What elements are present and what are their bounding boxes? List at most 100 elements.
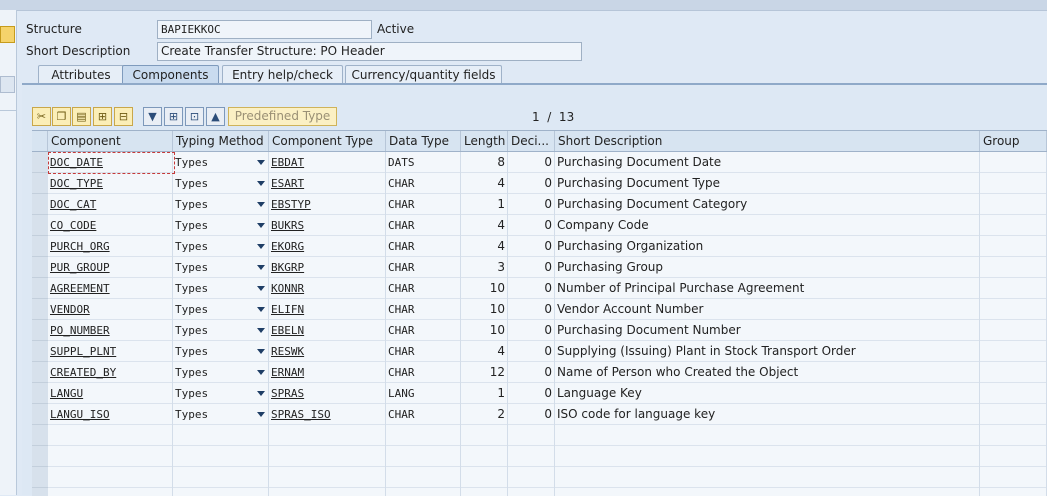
decimals-cell[interactable]: 0	[508, 173, 555, 194]
short-description-cell[interactable]: Language Key	[555, 383, 980, 404]
tab-components[interactable]: Components	[122, 65, 219, 85]
typing-method-cell[interactable]: Types	[173, 215, 269, 236]
data-type-cell[interactable]: CHAR	[386, 362, 461, 383]
component-type-cell[interactable]: BUKRS	[269, 215, 386, 236]
data-type-cell[interactable]: CHAR	[386, 194, 461, 215]
group-cell[interactable]	[980, 320, 1047, 341]
row-selector[interactable]	[32, 257, 48, 278]
group-cell[interactable]	[980, 278, 1047, 299]
short-description-cell[interactable]	[555, 425, 980, 446]
group-cell[interactable]	[980, 467, 1047, 488]
group-cell[interactable]	[980, 362, 1047, 383]
length-cell[interactable]: 1	[461, 383, 508, 404]
decimals-cell[interactable]: 0	[508, 257, 555, 278]
length-cell[interactable]: 4	[461, 236, 508, 257]
row-selector[interactable]	[32, 467, 48, 488]
tab-attributes[interactable]: Attributes	[38, 65, 124, 84]
group-cell[interactable]	[980, 404, 1047, 425]
group-cell[interactable]	[980, 446, 1047, 467]
short-description-cell[interactable]: Supplying (Issuing) Plant in Stock Trans…	[555, 341, 980, 362]
structure-field[interactable]: BAPIEKKOC	[157, 20, 372, 39]
data-type-cell[interactable]: CHAR	[386, 173, 461, 194]
length-cell[interactable]: 4	[461, 341, 508, 362]
dropdown-arrow-icon[interactable]	[257, 202, 265, 207]
component-type-cell[interactable]: EBSTYP	[269, 194, 386, 215]
short-description-field[interactable]: Create Transfer Structure: PO Header	[157, 42, 582, 61]
length-cell[interactable]: 8	[461, 152, 508, 173]
select-all-header[interactable]	[32, 131, 48, 151]
length-cell[interactable]	[461, 425, 508, 446]
component-type-cell[interactable]: SPRAS	[269, 383, 386, 404]
group-cell[interactable]	[980, 173, 1047, 194]
short-description-cell[interactable]: Vendor Account Number	[555, 299, 980, 320]
typing-method-cell[interactable]	[173, 467, 269, 488]
cut-icon[interactable]: ✂	[32, 107, 51, 126]
component-type-cell[interactable]: ERNAM	[269, 362, 386, 383]
component-type-cell[interactable]: EKORG	[269, 236, 386, 257]
short-description-cell[interactable]	[555, 446, 980, 467]
column-header-data-type[interactable]: Data Type	[386, 131, 461, 151]
dropdown-arrow-icon[interactable]	[257, 391, 265, 396]
length-cell[interactable]: 3	[461, 257, 508, 278]
dropdown-arrow-icon[interactable]	[257, 244, 265, 249]
component-cell[interactable]: CO_CODE	[48, 215, 173, 236]
decimals-cell[interactable]	[508, 425, 555, 446]
component-cell[interactable]: CREATED_BY	[48, 362, 173, 383]
typing-method-cell[interactable]: Types	[173, 194, 269, 215]
delete-row-icon[interactable]: ⊟	[114, 107, 133, 126]
decimals-cell[interactable]: 0	[508, 299, 555, 320]
typing-method-cell[interactable]: Types	[173, 320, 269, 341]
short-description-cell[interactable]: ISO code for language key	[555, 404, 980, 425]
decimals-cell[interactable]: 0	[508, 383, 555, 404]
length-cell[interactable]: 10	[461, 278, 508, 299]
dropdown-arrow-icon[interactable]	[257, 265, 265, 270]
data-type-cell[interactable]	[386, 446, 461, 467]
length-cell[interactable]: 10	[461, 299, 508, 320]
component-cell[interactable]: PO_NUMBER	[48, 320, 173, 341]
column-header-typing-method[interactable]: Typing Method	[173, 131, 269, 151]
component-type-cell[interactable]: BKGRP	[269, 257, 386, 278]
typing-method-cell[interactable]	[173, 446, 269, 467]
dropdown-arrow-icon[interactable]	[257, 349, 265, 354]
typing-method-cell[interactable]: Types	[173, 278, 269, 299]
data-type-cell[interactable]: DATS	[386, 152, 461, 173]
group-cell[interactable]	[980, 383, 1047, 404]
row-selector[interactable]	[32, 446, 48, 467]
column-header-decimals[interactable]: Deci...	[508, 131, 555, 151]
expand-icon[interactable]: ⊞	[164, 107, 183, 126]
length-cell[interactable]: 4	[461, 215, 508, 236]
typing-method-cell[interactable]: Types	[173, 362, 269, 383]
typing-method-cell[interactable]: Types	[173, 404, 269, 425]
length-cell[interactable]: 1	[461, 194, 508, 215]
dropdown-arrow-icon[interactable]	[257, 223, 265, 228]
typing-method-cell[interactable]: Types	[173, 383, 269, 404]
dropdown-arrow-icon[interactable]	[257, 412, 265, 417]
group-cell[interactable]	[980, 257, 1047, 278]
decimals-cell[interactable]: 0	[508, 152, 555, 173]
collapse-icon[interactable]: ⊡	[185, 107, 204, 126]
decimals-cell[interactable]: 0	[508, 236, 555, 257]
column-header-component[interactable]: Component	[48, 131, 173, 151]
decimals-cell[interactable]: 0	[508, 320, 555, 341]
column-header-component-type[interactable]: Component Type	[269, 131, 386, 151]
data-type-cell[interactable]: CHAR	[386, 236, 461, 257]
group-cell[interactable]	[980, 299, 1047, 320]
decimals-cell[interactable]: 0	[508, 362, 555, 383]
copy-icon[interactable]: ❐	[52, 107, 71, 126]
row-selector[interactable]	[32, 383, 48, 404]
column-header-short-description[interactable]: Short Description	[555, 131, 980, 151]
data-type-cell[interactable]: LANG	[386, 383, 461, 404]
short-description-cell[interactable]: Purchasing Document Date	[555, 152, 980, 173]
row-selector[interactable]	[32, 404, 48, 425]
row-selector[interactable]	[32, 341, 48, 362]
dropdown-arrow-icon[interactable]	[257, 181, 265, 186]
tab-currency-quantity-fields[interactable]: Currency/quantity fields	[345, 65, 502, 84]
dropdown-arrow-icon[interactable]	[257, 286, 265, 291]
data-type-cell[interactable]: CHAR	[386, 341, 461, 362]
component-type-cell[interactable]: EBELN	[269, 320, 386, 341]
group-cell[interactable]	[980, 341, 1047, 362]
component-type-cell[interactable]: ESART	[269, 173, 386, 194]
predefined-type-button[interactable]: Predefined Type	[228, 107, 337, 126]
row-selector[interactable]	[32, 425, 48, 446]
data-type-cell[interactable]	[386, 425, 461, 446]
